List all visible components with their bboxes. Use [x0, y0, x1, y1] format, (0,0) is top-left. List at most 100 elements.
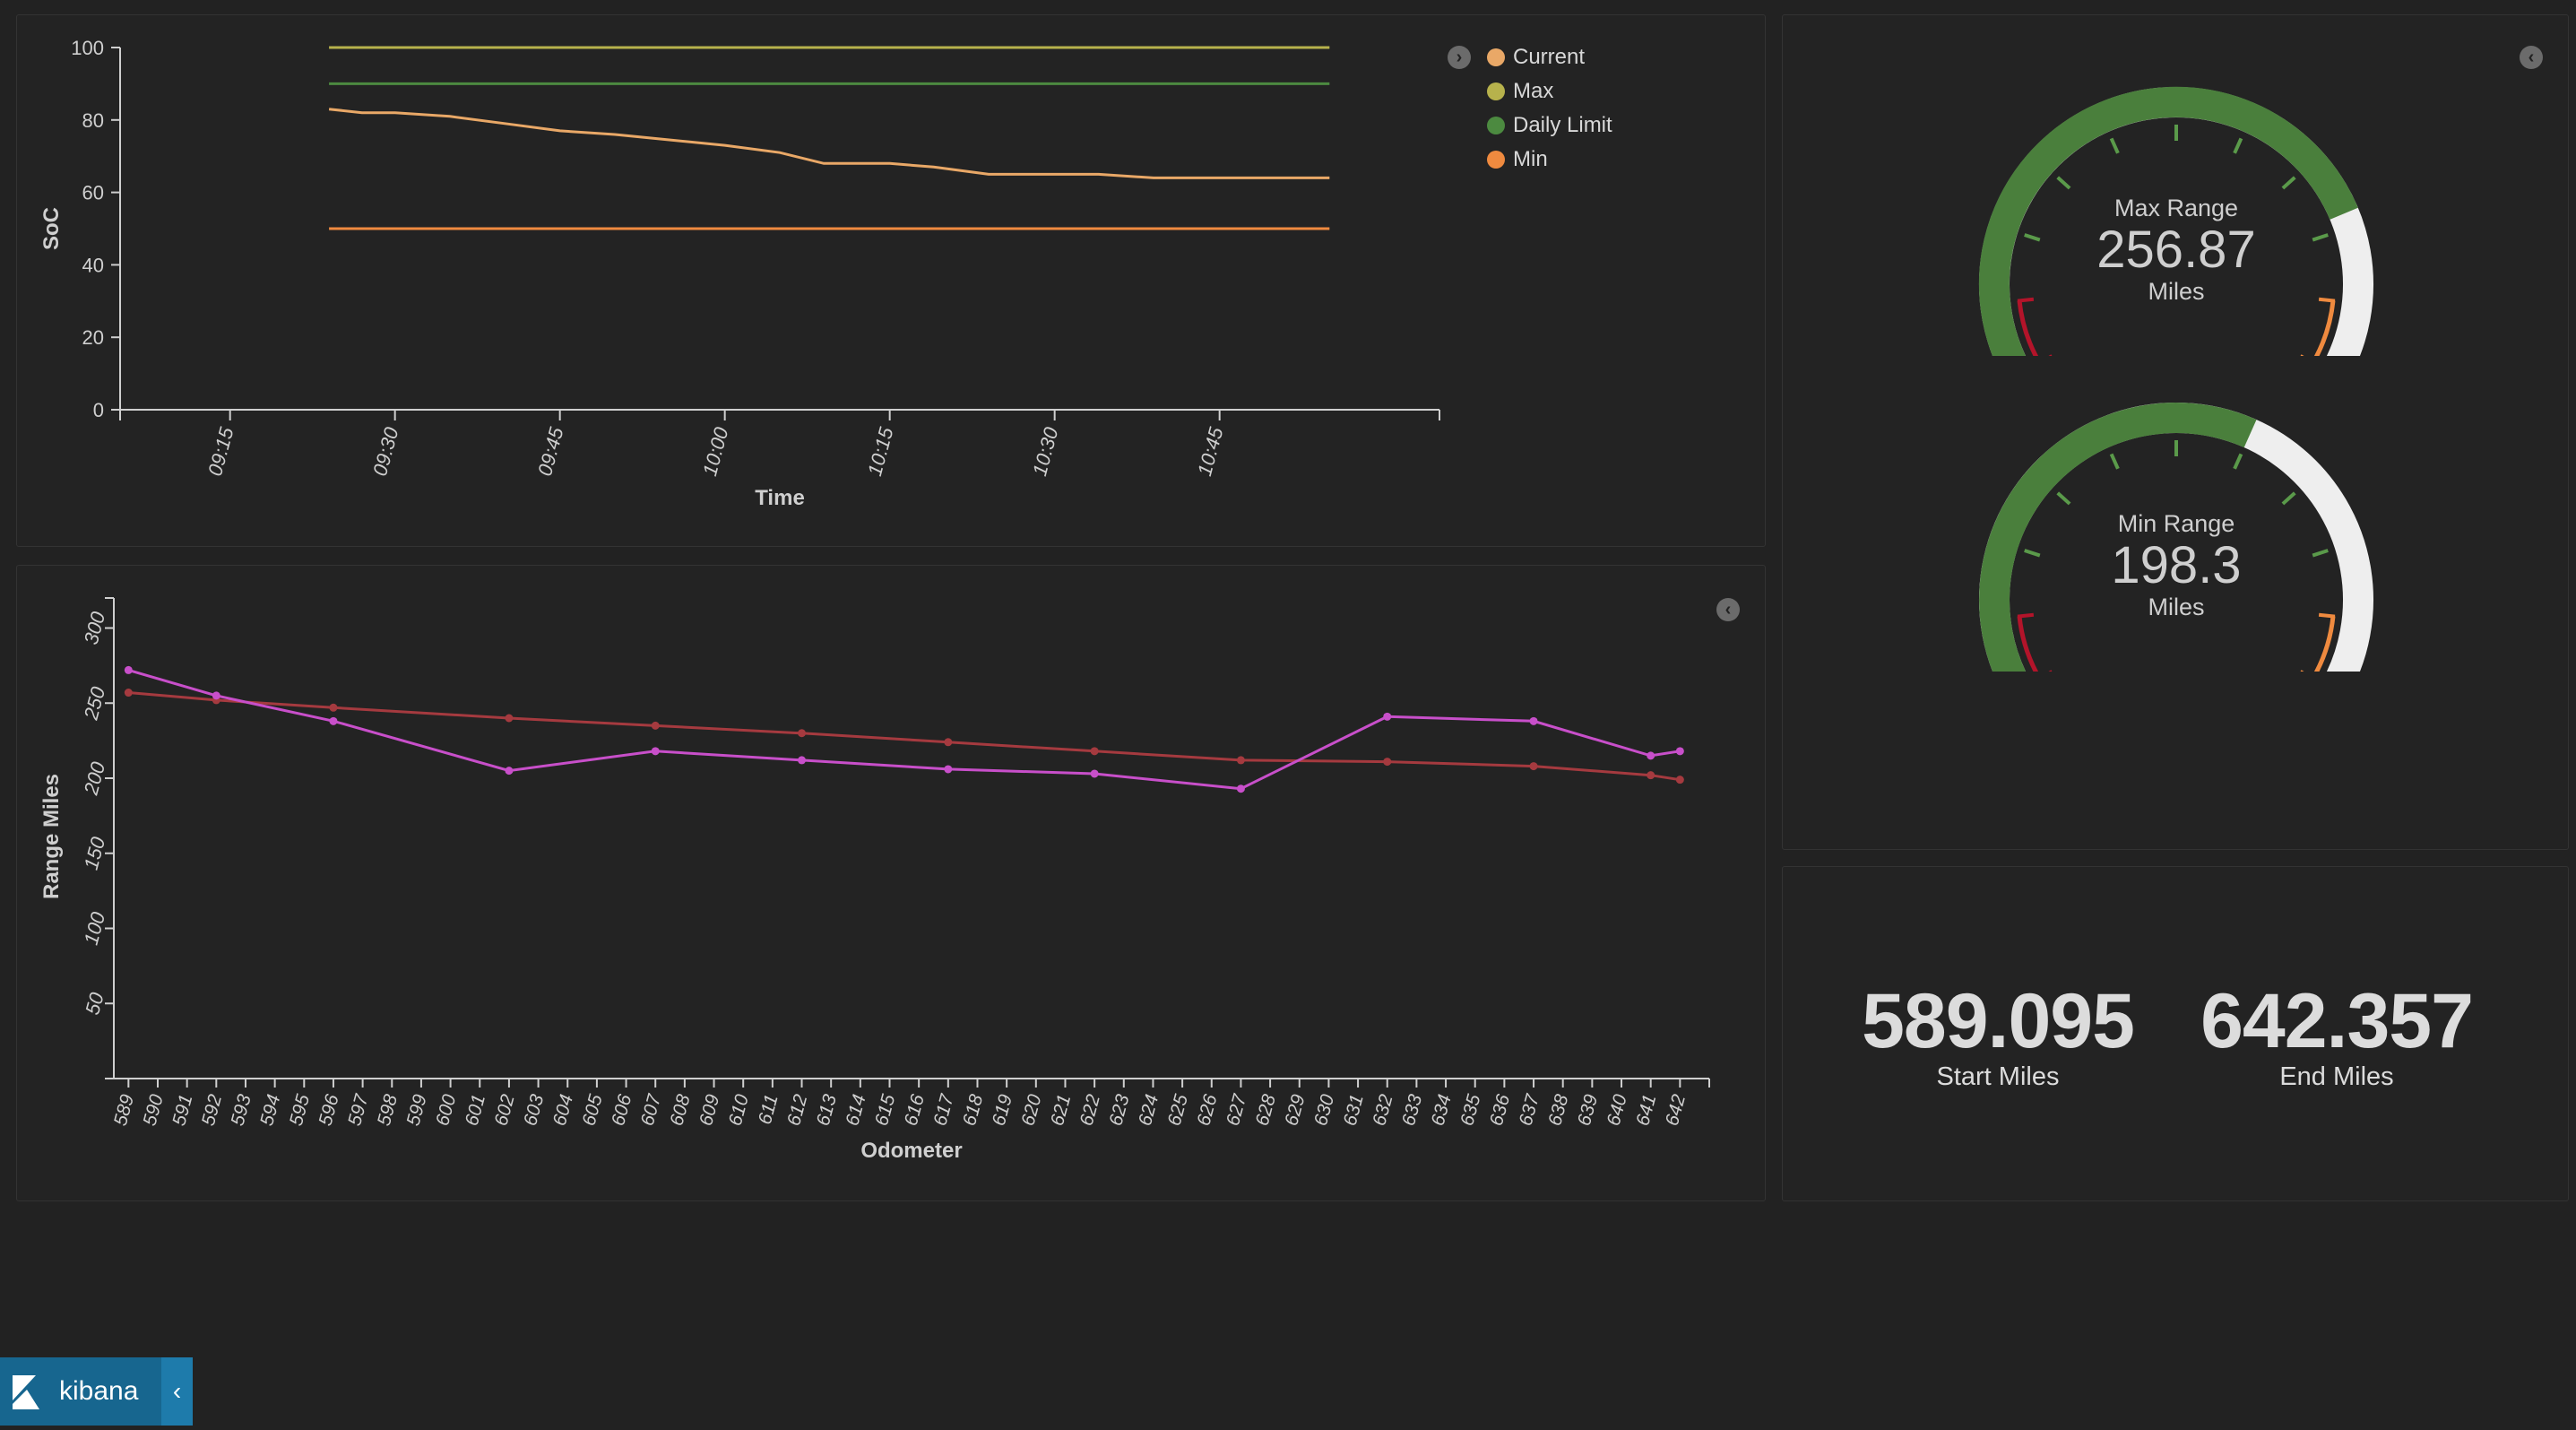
- range-data-point: [1647, 771, 1655, 780]
- x-tick-label: 597: [344, 1091, 373, 1128]
- range-data-point: [798, 729, 807, 738]
- range-series-line: [127, 668, 1681, 791]
- gauge-scale-tick: [2281, 176, 2296, 190]
- x-tick-label: 592: [198, 1092, 226, 1128]
- x-tick-label: 614: [842, 1092, 869, 1128]
- x-tick-label: 604: [549, 1092, 577, 1128]
- gauge-scale-red: [2017, 300, 2039, 356]
- legend-swatch: [1487, 117, 1505, 134]
- metric-label: End Miles: [2279, 1062, 2394, 1091]
- x-axis-title: Odometer: [860, 1139, 962, 1163]
- x-tick-label: 632: [1369, 1092, 1396, 1128]
- range-data-point: [1647, 751, 1655, 760]
- soc-chart-panel: 0 20 40 60 80 100 09:15 09:30 09:45 10:00 10:15 10:…: [16, 14, 1766, 547]
- x-tick-label: 610: [725, 1092, 753, 1128]
- gauge-scale-tick: [2233, 453, 2243, 470]
- x-tick-label: 594: [256, 1092, 284, 1128]
- range-line-chart: 50100150200250300589 590 591 592 593 594 595 59…: [39, 597, 1710, 1163]
- y-tick-label: 100: [71, 37, 104, 59]
- x-tick-label: 10:30: [1028, 424, 1063, 478]
- x-tick-label: 10:15: [863, 424, 898, 478]
- x-tick-label: 631: [1340, 1092, 1368, 1128]
- soc-legend: Current Max Daily Limit Min: [1487, 40, 1612, 177]
- gauge-scale-orange: [2313, 300, 2336, 356]
- y-tick-label: 150: [80, 834, 110, 872]
- range-data-point: [798, 756, 807, 765]
- range-data-point: [1675, 747, 1684, 756]
- range-data-point: [1675, 776, 1684, 784]
- x-tick-label: 595: [286, 1092, 314, 1128]
- x-tick-label: 09:45: [533, 424, 568, 478]
- gauge-unit: Miles: [2148, 278, 2205, 305]
- legend-swatch: [1487, 151, 1505, 169]
- x-tick-label: 637: [1516, 1091, 1544, 1128]
- legend-item-min[interactable]: Min: [1487, 143, 1612, 177]
- y-tick-label: 200: [79, 758, 109, 798]
- x-tick-label: 593: [228, 1092, 255, 1128]
- range-data-point: [329, 703, 338, 712]
- x-tick-label: 641: [1632, 1092, 1660, 1128]
- x-tick-label: 612: [783, 1092, 811, 1128]
- legend-item-current[interactable]: Current: [1487, 40, 1612, 74]
- y-tick-label: 50: [81, 990, 108, 1018]
- range-chart-panel: 50 100 150 200 250 300 589 590 591 592 593 594 595 59…: [16, 565, 1766, 1201]
- x-tick-label: 609: [696, 1092, 723, 1128]
- gauge-scale-tick: [2056, 491, 2071, 506]
- y-tick-label: 100: [80, 909, 110, 948]
- x-tick-label: 634: [1428, 1092, 1456, 1128]
- x-tick-label: 639: [1574, 1092, 1602, 1128]
- x-tick-label: 621: [1047, 1092, 1075, 1128]
- range-data-point: [1383, 712, 1392, 721]
- gauge-label: Max Range: [2114, 195, 2239, 221]
- x-tick-label: 613: [813, 1092, 841, 1128]
- x-tick-label: 605: [578, 1092, 606, 1128]
- range-data-point: [505, 714, 514, 723]
- metric-label: Start Miles: [1936, 1062, 2060, 1091]
- legend-toggle-chevron-icon[interactable]: ‹: [1716, 598, 1740, 621]
- x-tick-label: 627: [1223, 1091, 1251, 1128]
- x-tick-label: 635: [1457, 1092, 1484, 1128]
- legend-toggle-chevron-icon[interactable]: ›: [1448, 46, 1471, 69]
- x-tick-label: 622: [1076, 1092, 1104, 1128]
- y-tick-label: 40: [82, 254, 104, 276]
- x-tick-label: 596: [315, 1092, 342, 1128]
- x-tick-label: 606: [608, 1092, 635, 1128]
- odometer-metric-panel: 589.095 Start Miles 642.357 End Miles: [1782, 866, 2569, 1201]
- kibana-home-link[interactable]: kibana ‹: [0, 1357, 193, 1426]
- x-tick-label: 623: [1105, 1092, 1133, 1128]
- x-tick-label: 618: [959, 1092, 987, 1128]
- x-tick-label: 590: [140, 1092, 168, 1128]
- legend-item-max[interactable]: Max: [1487, 74, 1612, 108]
- gauge-scale-tick: [2109, 453, 2120, 470]
- range-data-point: [329, 716, 338, 725]
- gauge-scale-tick: [2281, 491, 2296, 506]
- range-data-point: [505, 767, 514, 776]
- x-tick-label: 630: [1310, 1092, 1338, 1128]
- y-tick-label: 300: [80, 609, 110, 647]
- range-data-point: [944, 765, 953, 774]
- gauge-scale-red: [2017, 616, 2039, 672]
- x-tick-label: 601: [462, 1092, 489, 1128]
- x-tick-label: 619: [989, 1092, 1016, 1128]
- x-tick-label: 640: [1604, 1092, 1631, 1128]
- sidebar-collapse-chevron-icon[interactable]: ‹: [161, 1357, 193, 1426]
- x-tick-label: 600: [432, 1092, 460, 1128]
- x-tick-label: 629: [1281, 1092, 1309, 1128]
- x-axis-title: Time: [755, 486, 805, 510]
- y-tick-label: 80: [82, 109, 104, 132]
- metric-value: 589.095: [1862, 978, 2135, 1064]
- x-tick-label: 602: [490, 1092, 518, 1128]
- x-tick-label: 603: [520, 1092, 548, 1128]
- gauge-unit: Miles: [2148, 594, 2205, 620]
- x-tick-label: 607: [637, 1091, 666, 1128]
- x-tick-label: 589: [110, 1092, 138, 1128]
- range-data-point: [1383, 758, 1392, 767]
- legend-item-daily-limit[interactable]: Daily Limit: [1487, 108, 1612, 143]
- kibana-logo-icon: [0, 1357, 43, 1426]
- gauge-scale-tick: [2109, 137, 2120, 154]
- x-tick-label: 09:15: [203, 424, 238, 478]
- range-data-point: [651, 747, 660, 756]
- metric-value: 642.357: [2200, 978, 2474, 1064]
- range-data-point: [124, 665, 133, 674]
- x-tick-label: 625: [1164, 1092, 1192, 1128]
